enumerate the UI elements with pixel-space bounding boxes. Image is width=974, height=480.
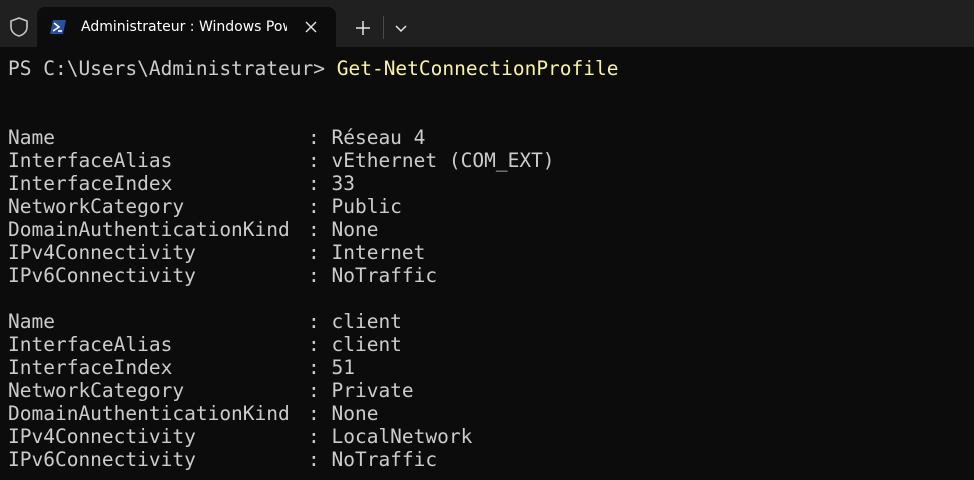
- property-value: Private: [331, 379, 414, 402]
- property-name: DomainAuthenticationKind: [8, 218, 290, 241]
- tab-bar-divider: [383, 16, 384, 39]
- separator: :: [308, 356, 332, 379]
- prompt-line: PS C:\Users\Administrateur> Get-NetConne…: [8, 57, 968, 80]
- separator: :: [308, 448, 332, 471]
- property-value: Public: [331, 195, 402, 218]
- powershell-icon: [50, 20, 66, 34]
- property-name: InterfaceIndex: [8, 172, 173, 195]
- separator: :: [308, 402, 332, 425]
- property-value: Internet: [331, 241, 426, 264]
- property-row: InterfaceAlias: client: [8, 333, 968, 356]
- separator: :: [308, 126, 332, 149]
- tab-title: Administrateur : Windows PowerShell: [81, 19, 287, 35]
- separator: :: [308, 195, 332, 218]
- property-row: IPv6Connectivity: NoTraffic: [8, 264, 968, 287]
- property-row: IPv4Connectivity: LocalNetwork: [8, 425, 968, 448]
- property-value: client: [331, 333, 402, 356]
- property-name: InterfaceIndex: [8, 356, 173, 379]
- property-name: IPv6Connectivity: [8, 448, 196, 471]
- separator: :: [308, 172, 332, 195]
- prompt: PS C:\Users\Administrateur>: [8, 57, 337, 80]
- property-value: Réseau 4: [331, 126, 426, 149]
- property-row: NetworkCategory: Private: [8, 379, 968, 402]
- shield-icon: [10, 17, 28, 37]
- property-row: InterfaceIndex: 33: [8, 172, 968, 195]
- property-value: None: [331, 402, 379, 425]
- separator: :: [308, 218, 332, 241]
- profile-list: Name: Réseau 4 InterfaceAlias: vEthernet …: [8, 126, 968, 471]
- property-value: NoTraffic: [331, 264, 438, 287]
- property-name: NetworkCategory: [8, 379, 185, 402]
- chevron-down-icon[interactable]: [389, 16, 413, 40]
- property-name: DomainAuthenticationKind: [8, 402, 290, 425]
- property-name: InterfaceAlias: [8, 149, 173, 172]
- property-row: InterfaceIndex: 51: [8, 356, 968, 379]
- property-row: DomainAuthenticationKind: None: [8, 218, 968, 241]
- property-name: Name: [8, 126, 55, 149]
- property-row: Name: Réseau 4: [8, 126, 968, 149]
- property-value: 33: [331, 172, 355, 195]
- tab-bar: Administrateur : Windows PowerShell: [0, 0, 974, 47]
- property-row: Name: client: [8, 310, 968, 333]
- property-row: NetworkCategory: Public: [8, 195, 968, 218]
- property-row: IPv6Connectivity: NoTraffic: [8, 448, 968, 471]
- property-name: NetworkCategory: [8, 195, 185, 218]
- property-name: IPv4Connectivity: [8, 241, 196, 264]
- separator: :: [308, 425, 332, 448]
- property-row: InterfaceAlias: vEthernet (COM_EXT): [8, 149, 968, 172]
- property-value: 51: [331, 356, 355, 379]
- property-row: DomainAuthenticationKind: None: [8, 402, 968, 425]
- plus-icon[interactable]: [351, 16, 375, 40]
- tab-powershell[interactable]: Administrateur : Windows PowerShell: [37, 7, 336, 47]
- property-value: vEthernet (COM_EXT): [331, 149, 555, 172]
- property-value: None: [331, 218, 379, 241]
- property-row: IPv4Connectivity: Internet: [8, 241, 968, 264]
- terminal-output[interactable]: PS C:\Users\Administrateur> Get-NetConne…: [8, 57, 968, 477]
- separator: :: [308, 264, 332, 287]
- separator: :: [308, 310, 332, 333]
- separator: :: [308, 333, 332, 356]
- property-name: IPv6Connectivity: [8, 264, 196, 287]
- separator: :: [308, 241, 332, 264]
- property-name: IPv4Connectivity: [8, 425, 196, 448]
- separator: :: [308, 149, 332, 172]
- property-value: client: [331, 310, 402, 333]
- command: Get-NetConnectionProfile: [336, 57, 619, 80]
- property-name: InterfaceAlias: [8, 333, 173, 356]
- separator: :: [308, 379, 332, 402]
- property-value: LocalNetwork: [331, 425, 473, 448]
- property-name: Name: [8, 310, 55, 333]
- close-icon[interactable]: [302, 18, 320, 36]
- property-value: NoTraffic: [331, 448, 438, 471]
